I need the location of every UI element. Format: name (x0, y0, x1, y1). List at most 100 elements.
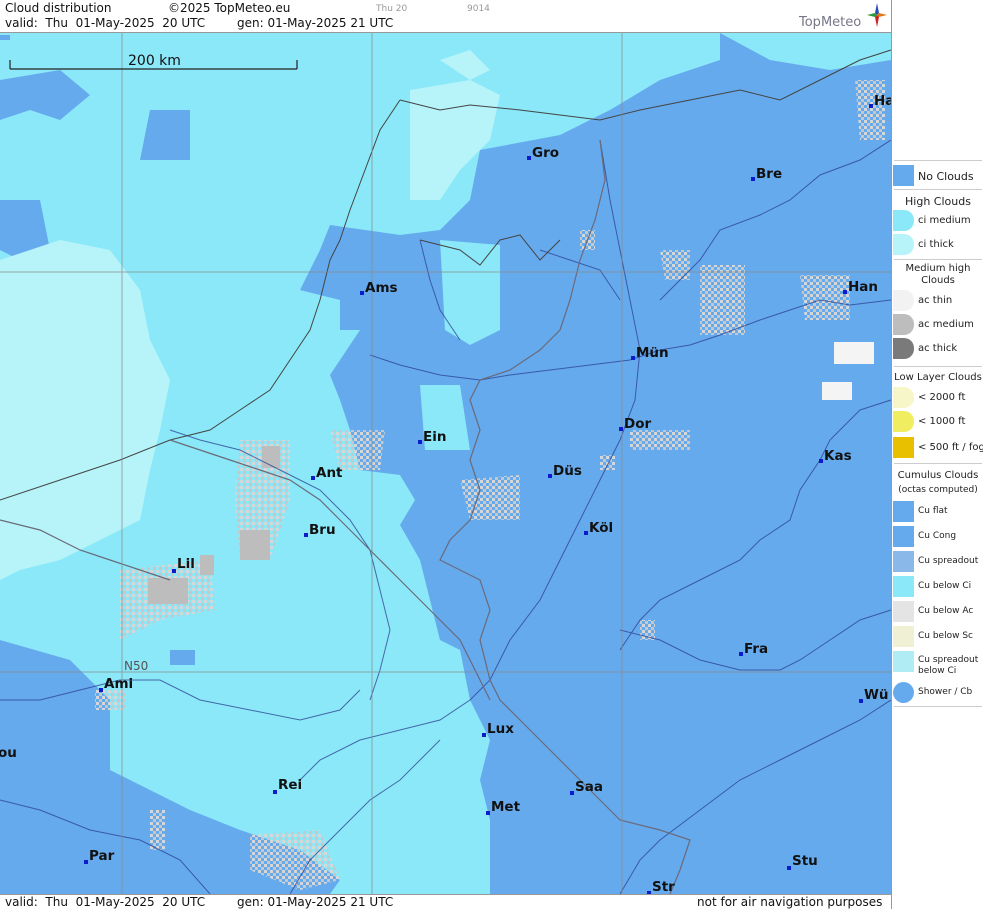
legend-label: Cu below Ac (918, 606, 974, 616)
ci-thick-swatch (893, 234, 914, 255)
legend-label: < 2000 ft (918, 392, 966, 403)
legend-label: Cu spreadout below Ci (918, 655, 979, 676)
city-dot (304, 533, 308, 537)
city-dot (570, 791, 574, 795)
city-dot (584, 531, 588, 535)
legend-octas-note: (octas computed) (898, 485, 978, 495)
legend-label: No Clouds (918, 170, 974, 183)
map-title: Cloud distribution (5, 1, 112, 15)
city-label: Saa (575, 779, 603, 795)
forecast-code-small: 9014 (467, 4, 490, 14)
footer-valid-time: valid: Thu 01-May-2025 20 UTC (5, 895, 206, 909)
footer-bar: valid: Thu 01-May-2025 20 UTC gen: 01-Ma… (0, 894, 891, 910)
city-dot (751, 177, 755, 181)
legend-label: < 1000 ft (918, 416, 966, 427)
compass-logo-icon (867, 3, 887, 27)
legend-separator (894, 366, 982, 367)
cu-flat-swatch (893, 501, 914, 522)
footer-generated-time: gen: 01-May-2025 21 UTC (237, 895, 394, 909)
legend-separator (894, 706, 982, 707)
city-dot (99, 688, 103, 692)
city-dot (548, 474, 552, 478)
city-label: Mün (636, 345, 669, 361)
forecast-day-small: Thu 20 (376, 4, 408, 14)
city-dot (527, 156, 531, 160)
generated-time: gen: 01-May-2025 21 UTC (237, 16, 394, 30)
city-label: Düs (553, 463, 582, 479)
city-label: Ami (104, 676, 133, 692)
city-label: Bre (756, 166, 782, 182)
cloud-map[interactable]: 200 km N50 Gro Bre Ha Ams Han Mün Dor Ei… (0, 33, 891, 894)
legend-label: Cu spreadout (918, 556, 979, 566)
city-label: Köl (589, 520, 613, 536)
city-dot (486, 811, 490, 815)
low-1000-swatch (893, 411, 914, 432)
legend-label: ac thin (918, 295, 953, 306)
legend-separator (894, 463, 982, 464)
ac-thin-swatch (893, 290, 914, 311)
city-dot (172, 569, 176, 573)
legend-label: Shower / Cb (918, 687, 973, 697)
city-dot (84, 860, 88, 864)
legend-heading-medium: Medium high Clouds (905, 263, 971, 286)
city-dot (311, 476, 315, 480)
legend-label: Cu below Sc (918, 631, 973, 641)
no-clouds-swatch (893, 165, 914, 186)
city-label: Bru (309, 522, 336, 538)
valid-time: valid: Thu 01-May-2025 20 UTC (5, 16, 206, 30)
legend-label: Cu Cong (918, 531, 957, 541)
city-dot (787, 866, 791, 870)
city-label: Par (89, 848, 115, 864)
city-dot (273, 790, 277, 794)
city-label: Rei (278, 777, 302, 793)
city-dot (360, 291, 364, 295)
legend-separator (894, 189, 982, 190)
city-label: Stu (792, 853, 818, 869)
city-label: Met (491, 799, 521, 815)
cu-below-ci-swatch (893, 576, 914, 597)
ac-thick-swatch (893, 338, 914, 359)
city-label: Kas (824, 448, 852, 464)
header-bar: Cloud distribution ©2025 TopMeteo.eu Thu… (0, 0, 891, 33)
city-dot (859, 699, 863, 703)
city-label: Dor (624, 416, 651, 432)
legend-heading-high: High Clouds (905, 195, 971, 208)
legend-separator (894, 259, 982, 260)
cu-below-ac-swatch (893, 601, 914, 622)
legend-label: ac thick (918, 343, 958, 354)
cu-below-sc-swatch (893, 626, 914, 647)
shower-cb-swatch (893, 682, 914, 703)
city-dot (482, 733, 486, 737)
disclaimer: not for air navigation purposes (697, 895, 883, 909)
city-label: Lux (487, 721, 514, 737)
low-2000-swatch (893, 387, 914, 408)
legend-label: < 500 ft / fog (918, 442, 983, 453)
city-label: Ant (316, 465, 343, 481)
city-label: Str (652, 879, 675, 894)
cu-spreadout-below-ci-swatch (893, 651, 914, 672)
legend-label: Cu flat (918, 506, 948, 516)
legend-label: Cu below Ci (918, 581, 972, 591)
city-dot (869, 104, 873, 108)
copyright: ©2025 TopMeteo.eu (168, 1, 291, 15)
city-label: Wü (864, 687, 889, 703)
city-label: Ein (423, 429, 446, 445)
legend-label: ci thick (918, 239, 954, 250)
ac-medium-swatch (893, 314, 914, 335)
latitude-label: N50 (124, 659, 148, 673)
city-dot (619, 427, 623, 431)
legend-separator (894, 160, 982, 161)
city-dot (819, 459, 823, 463)
city-dot (843, 290, 847, 294)
city-label: Gro (532, 145, 559, 161)
city-label: Ha (874, 93, 891, 109)
scale-bar-label: 200 km (128, 53, 181, 69)
city-dot (739, 652, 743, 656)
city-label: Fra (744, 641, 768, 657)
fog-swatch (893, 437, 914, 458)
legend-heading-low: Low Layer Clouds (894, 372, 982, 383)
city-dot (418, 440, 422, 444)
legend-panel: No Clouds High Clouds ci medium ci thick… (891, 0, 983, 909)
map-canvas: 200 km N50 Gro Bre Ha Ams Han Mün Dor Ei… (0, 33, 891, 894)
legend-label: ci medium (918, 215, 971, 226)
